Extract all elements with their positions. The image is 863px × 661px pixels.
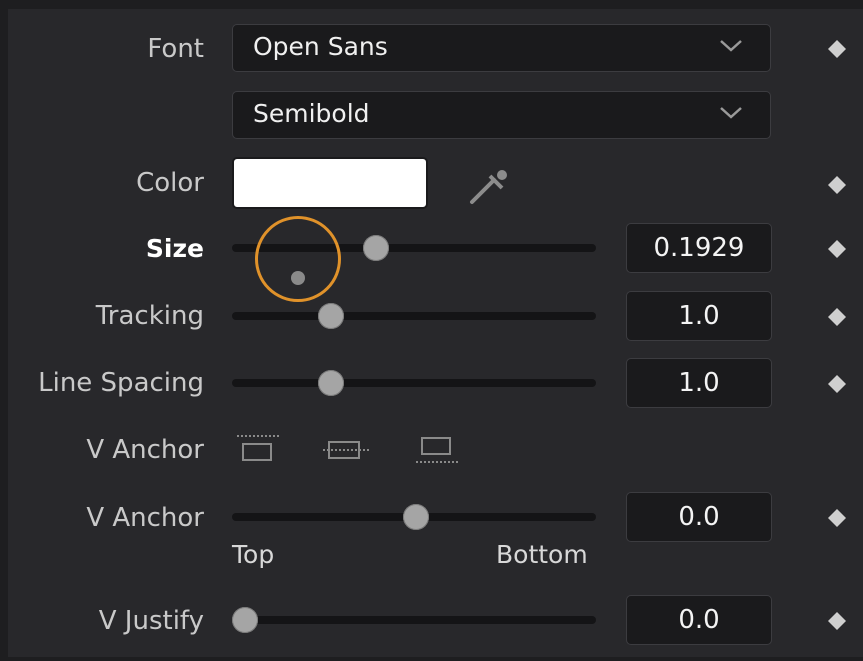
v-justify-label: V Justify — [98, 606, 204, 636]
anchor-bottom-icon[interactable] — [412, 432, 462, 468]
line-spacing-slider-knob[interactable] — [318, 370, 344, 396]
line-spacing-label: Line Spacing — [38, 368, 204, 398]
tracking-value-field[interactable]: 1.0 — [626, 291, 772, 341]
keyframe-diamond-icon[interactable] — [826, 306, 848, 328]
anchor-middle-icon[interactable] — [321, 432, 371, 468]
v-anchor-max-label: Bottom — [496, 540, 588, 569]
size-value-field[interactable]: 0.1929 — [626, 223, 772, 273]
v-justify-slider-knob[interactable] — [232, 607, 258, 633]
tracking-label: Tracking — [95, 301, 204, 331]
font-style-value: Semibold — [253, 99, 370, 128]
color-swatch[interactable] — [232, 157, 428, 209]
v-anchor-slider-label: V Anchor — [86, 503, 204, 533]
tracking-slider-track[interactable] — [232, 312, 596, 320]
font-family-value: Open Sans — [253, 32, 388, 61]
v-justify-value-field[interactable]: 0.0 — [626, 595, 772, 645]
keyframe-diamond-icon[interactable] — [826, 373, 848, 395]
line-spacing-value-field[interactable]: 1.0 — [626, 358, 772, 408]
line-spacing-slider-track[interactable] — [232, 379, 596, 387]
v-anchor-buttons-label: V Anchor — [86, 435, 204, 465]
v-anchor-min-label: Top — [232, 540, 275, 569]
font-style-dropdown[interactable]: Semibold — [232, 91, 771, 139]
font-family-dropdown[interactable]: Open Sans — [232, 24, 771, 72]
tracking-slider-knob[interactable] — [318, 303, 344, 329]
cursor-highlight-ring — [255, 216, 341, 302]
anchor-top-icon[interactable] — [233, 432, 283, 468]
keyframe-diamond-icon[interactable] — [826, 38, 848, 60]
chevron-down-icon — [720, 107, 742, 119]
font-label: Font — [147, 34, 204, 64]
keyframe-diamond-icon[interactable] — [826, 238, 848, 260]
cursor-dot — [291, 271, 305, 285]
size-slider-knob[interactable] — [363, 235, 389, 261]
v-anchor-value-field[interactable]: 0.0 — [626, 492, 772, 542]
keyframe-diamond-icon[interactable] — [826, 610, 848, 632]
keyframe-diamond-icon[interactable] — [826, 507, 848, 529]
keyframe-diamond-icon[interactable] — [826, 174, 848, 196]
color-label: Color — [136, 168, 204, 198]
v-justify-slider-track[interactable] — [232, 616, 596, 624]
size-label: Size — [145, 234, 204, 263]
v-anchor-slider-knob[interactable] — [403, 504, 429, 530]
chevron-down-icon — [720, 40, 742, 52]
eyedropper-icon[interactable] — [464, 166, 512, 206]
